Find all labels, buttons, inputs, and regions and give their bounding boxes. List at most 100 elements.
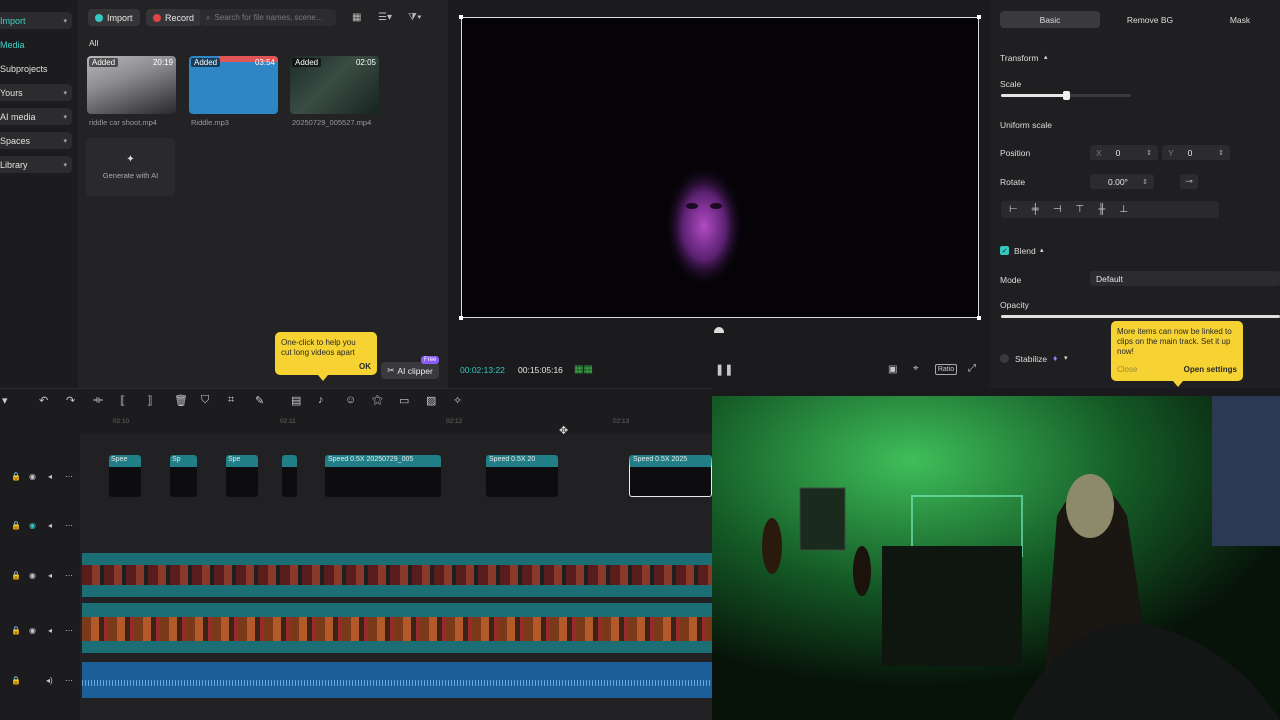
ai-edit-icon[interactable]: ✎ [255, 394, 264, 407]
grid-view-icon[interactable]: ▦ [352, 12, 361, 23]
nav-subprojects[interactable]: Subprojects [0, 60, 72, 77]
stabilize-toggle[interactable] [1000, 354, 1009, 363]
eye-icon[interactable]: ◉ [29, 521, 36, 530]
flip-icon[interactable]: ⊸ [1180, 174, 1198, 189]
sort-icon[interactable]: ☰▾ [378, 12, 392, 23]
more-icon[interactable]: ⋯ [65, 571, 73, 580]
opacity-slider[interactable] [1001, 315, 1280, 318]
more-icon[interactable]: ⋯ [65, 472, 73, 481]
position-x-field[interactable]: X 0 ⇕ [1090, 145, 1158, 160]
audio-icon[interactable]: ◂ [48, 521, 52, 530]
mode-select[interactable]: Default [1090, 271, 1280, 286]
nav-import[interactable]: Import ▾ [0, 12, 72, 29]
main-video-track[interactable] [82, 553, 712, 597]
ai-clipper-button[interactable]: ✂ AI clipper [381, 362, 439, 379]
search-input[interactable]: ⌕ Search for file names, scene... [200, 9, 336, 26]
audio-track[interactable] [82, 662, 712, 698]
tooltip-open-settings-button[interactable]: Open settings [1184, 365, 1237, 374]
eye-icon[interactable]: ◉ [29, 626, 36, 635]
nav-yours[interactable]: Yours ▾ [0, 84, 72, 101]
audio-icon[interactable]: ◂ [48, 571, 52, 580]
volume-icon[interactable]: ◂) [46, 676, 53, 685]
stepper-icon[interactable]: ⇕ [1218, 149, 1224, 157]
magic-wand-icon[interactable]: ⚝ [372, 394, 383, 407]
lock-icon[interactable]: 🔒 [11, 571, 21, 580]
position-y-field[interactable]: Y 0 ⇕ [1162, 145, 1230, 160]
align-middle-icon[interactable]: ╫ [1098, 204, 1105, 215]
tooltip-close-button[interactable]: Close [1117, 365, 1137, 374]
filter-all-label[interactable]: All [89, 38, 98, 48]
delete-icon[interactable]: 🗑 [174, 394, 188, 407]
generate-with-ai-button[interactable]: ✦ Generate with AI [86, 138, 175, 196]
nav-ai-media[interactable]: AI media ▾ [0, 108, 72, 125]
ratio-button[interactable]: Ratio [935, 364, 957, 375]
audio-icon[interactable]: ◂ [48, 626, 52, 635]
tooltip-ok-button[interactable]: OK [359, 362, 371, 371]
tab-basic[interactable]: Basic [1000, 11, 1100, 28]
align-bottom-icon[interactable]: ⊥ [1119, 204, 1128, 215]
media-thumb-audio[interactable]: Added 03:54 [189, 56, 278, 114]
secondary-video-track[interactable] [82, 603, 712, 653]
more-icon[interactable]: ⋯ [65, 676, 73, 685]
split-icon[interactable]: ⟛ [93, 394, 103, 407]
align-left-icon[interactable]: ⊢ [1009, 204, 1018, 215]
image-icon[interactable]: ▨ [426, 394, 436, 407]
audio-icon[interactable]: ♪ [318, 394, 324, 406]
redo-icon[interactable]: ↷ [66, 394, 75, 407]
split-left-icon[interactable]: ⟦ [120, 394, 125, 407]
timeline-ruler[interactable] [0, 416, 712, 434]
lock-icon[interactable]: 🔒 [11, 676, 21, 685]
align-top-icon[interactable]: ⊤ [1076, 204, 1085, 215]
zoom-fit-icon[interactable]: ⌖ [913, 363, 919, 374]
frame-icon[interactable]: ▭ [399, 394, 409, 407]
filter-icon[interactable]: ⧩▾ [408, 12, 422, 23]
person-icon[interactable]: ☺ [345, 394, 356, 406]
marker-icon[interactable]: ⛉ [201, 394, 209, 407]
nav-media[interactable]: Media [0, 36, 72, 53]
chevron-down-icon[interactable]: ▾ [2, 394, 8, 407]
motion-icon[interactable]: ✧ [453, 394, 462, 407]
fullscreen-icon[interactable]: ⤢ [968, 363, 976, 374]
media-thumb-video[interactable]: Added 20:19 [87, 56, 176, 114]
import-button[interactable]: Import [88, 9, 140, 26]
rotate-field[interactable]: 0.00° ⇕ [1090, 174, 1154, 189]
lock-icon[interactable]: 🔒 [11, 626, 21, 635]
stepper-icon[interactable]: ⇕ [1142, 178, 1148, 186]
transform-label[interactable]: Transform [1000, 53, 1038, 63]
record-button[interactable]: Record [146, 9, 202, 26]
align-center-icon[interactable]: ╪ [1032, 204, 1039, 215]
eye-icon[interactable]: ◉ [29, 571, 36, 580]
stepper-icon[interactable]: ⇕ [1146, 149, 1152, 157]
blend-checkbox[interactable]: ✓ [1000, 246, 1009, 255]
nav-spaces[interactable]: Spaces ▾ [0, 132, 72, 149]
media-thumb-video[interactable]: Added 02:05 [290, 56, 379, 114]
caption-icon[interactable]: ▤ [291, 394, 301, 407]
align-right-icon[interactable]: ⊣ [1053, 204, 1062, 215]
lock-icon[interactable]: 🔒 [11, 521, 21, 530]
more-icon[interactable]: ⋯ [65, 626, 73, 635]
scale-slider[interactable] [1001, 91, 1131, 100]
scale-slider-knob[interactable] [1063, 91, 1070, 100]
resize-handle[interactable] [977, 316, 981, 320]
crop-icon[interactable]: ⌗ [228, 394, 234, 407]
chevron-up-icon[interactable]: ▴ [1040, 246, 1044, 254]
quality-icon[interactable]: ▣ [888, 364, 897, 375]
more-icon[interactable]: ⋯ [65, 521, 73, 530]
nav-library[interactable]: Library ▾ [0, 156, 72, 173]
resize-handle[interactable] [459, 15, 463, 19]
pause-icon[interactable]: ❚❚ [715, 363, 733, 376]
player-canvas[interactable] [461, 17, 979, 318]
resize-handle[interactable] [977, 15, 981, 19]
rotate-handle[interactable] [714, 327, 724, 333]
chevron-up-icon[interactable]: ▴ [1044, 53, 1048, 61]
lock-icon[interactable]: 🔒 [11, 472, 21, 481]
timeline-clip[interactable] [282, 455, 297, 497]
eye-icon[interactable]: ◉ [29, 472, 36, 481]
tab-remove-bg[interactable]: Remove BG [1100, 11, 1200, 28]
undo-icon[interactable]: ↶ [39, 394, 48, 407]
audio-icon[interactable]: ◂ [48, 472, 52, 481]
split-right-icon[interactable]: ⟧ [147, 394, 152, 407]
tab-mask[interactable]: Mask [1200, 11, 1280, 28]
chevron-down-icon[interactable]: ▾ [1064, 354, 1068, 362]
resize-handle[interactable] [459, 316, 463, 320]
